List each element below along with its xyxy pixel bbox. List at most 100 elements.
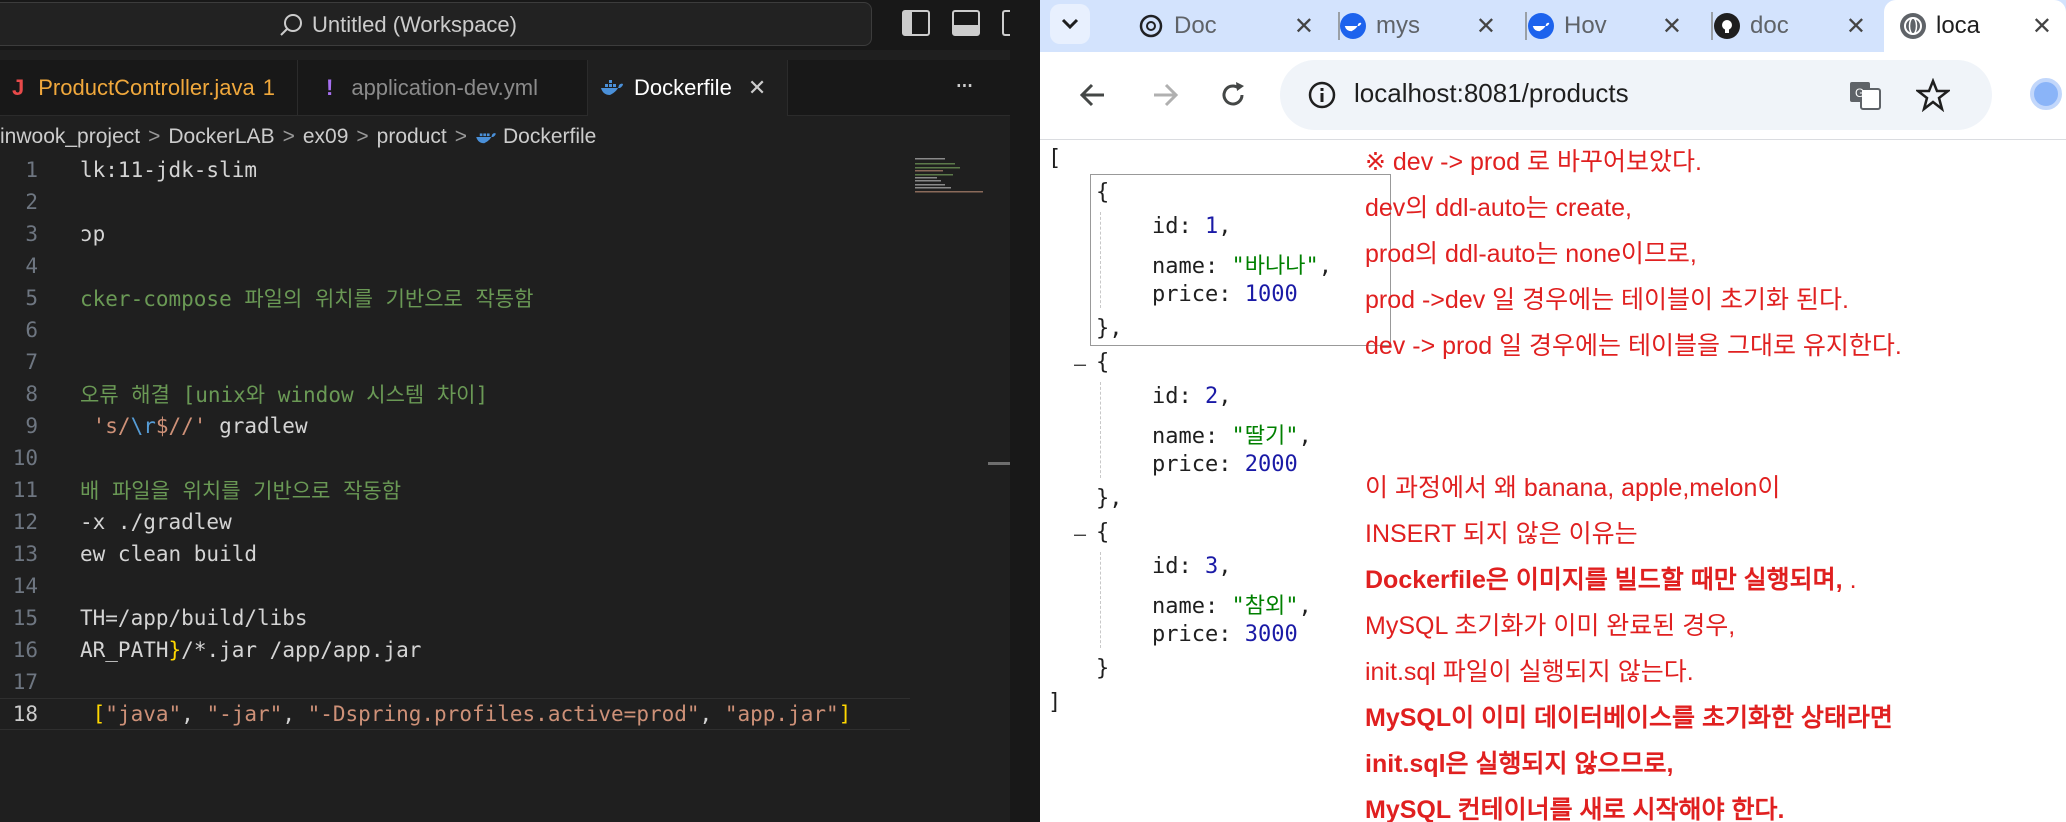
docker-icon [601, 80, 623, 95]
reload-button[interactable] [1210, 72, 1256, 118]
forward-button[interactable] [1142, 72, 1188, 118]
svg-text:G: G [1855, 86, 1864, 100]
json-key: name [1152, 254, 1205, 279]
more-actions-button[interactable]: ··· [955, 72, 974, 100]
site-info-icon[interactable] [1306, 79, 1338, 111]
annotation-text: ※ dev -> prod 로 바꾸어보았다. [1365, 148, 1702, 176]
toggle-primary-sidebar-icon[interactable] [902, 10, 930, 36]
tab-application-dev[interactable]: ! application-dev.yml [298, 60, 588, 116]
line-number: 12 [12, 510, 38, 534]
code-brace: } [168, 638, 182, 662]
indent-guide [1100, 212, 1101, 308]
json-value: 1 [1205, 214, 1219, 239]
code-line: 6 [0, 314, 910, 346]
close-icon[interactable]: ✕ [2032, 12, 2052, 41]
json-brace: { [1096, 180, 1110, 205]
fold-toggle[interactable]: – [1074, 352, 1086, 376]
json-brace: { [1096, 350, 1110, 375]
tab-title: loca [1936, 12, 1981, 39]
json-open-bracket: [ [1048, 146, 1062, 171]
problems-badge: 1 [262, 75, 275, 100]
close-icon[interactable]: ✕ [748, 75, 766, 101]
browser-tab[interactable]: Doc ✕ [1138, 0, 1328, 52]
breadcrumb-item[interactable]: ex09 [303, 125, 349, 149]
browser-tab-active[interactable]: loca ✕ [1884, 0, 2066, 52]
back-arrow-icon [1079, 83, 1104, 107]
code-text: AR_PATH}/*.jar /app/app.jar [80, 638, 421, 662]
tab-title: doc [1750, 12, 1789, 39]
code-comment: 오류 해결 [unix와 window 시스템 차이] [80, 383, 489, 407]
json-brace: { [1096, 520, 1110, 545]
code-text: -x ./gradlew [80, 510, 232, 534]
line-number: 9 [25, 414, 38, 438]
json-field: name: "딸기", [1152, 424, 1312, 449]
fold-toggle[interactable]: – [1074, 522, 1086, 546]
line-number: 7 [25, 350, 38, 374]
line-number: 6 [25, 318, 38, 342]
browser-tab[interactable]: Hov ✕ [1508, 0, 1696, 52]
breadcrumb-item[interactable]: Dockerfile [503, 125, 596, 149]
line-number: 16 [12, 638, 38, 662]
title-bar: Untitled (Workspace) [0, 0, 1040, 50]
annotation-text-bold: MySQL이 이미 데이터베이스를 초기화한 상태라면 [1365, 704, 1893, 732]
annotation-text: MySQL 초기화가 이미 완료된 경우, [1365, 612, 1736, 640]
tab-productcontroller[interactable]: J ProductController.java 1 [0, 60, 298, 116]
indent-guide [1100, 552, 1101, 648]
code-bracket: ] [838, 702, 852, 726]
json-key: id [1152, 214, 1179, 239]
minimap[interactable] [915, 158, 985, 194]
json-value: 1000 [1244, 282, 1298, 307]
tab-dockerfile[interactable]: Dockerfile ✕ [588, 60, 788, 116]
json-close-bracket: ] [1048, 690, 1062, 715]
back-button[interactable] [1070, 72, 1116, 118]
code-text: ew clean build [80, 542, 258, 566]
json-value: 2000 [1244, 452, 1298, 477]
browser-tab[interactable]: mys ✕ [1322, 0, 1510, 52]
json-key: price [1152, 452, 1219, 477]
code-line: 17 [0, 666, 910, 698]
reload-icon [1222, 82, 1244, 106]
annotation-text: dev의 ddl-auto는 create, [1365, 194, 1632, 222]
toggle-panel-icon[interactable] [952, 10, 980, 36]
line-number: 8 [25, 382, 38, 406]
window-divider [1010, 0, 1040, 822]
close-icon[interactable]: ✕ [1294, 12, 1314, 41]
close-icon[interactable]: ✕ [1662, 12, 1682, 41]
code-line: 1 lk:11-jdk-slim [0, 154, 910, 186]
json-value: 3 [1205, 554, 1219, 579]
code-comment: cker-compose 파일의 위치를 기반으로 작동함 [80, 287, 534, 311]
address-bar[interactable]: localhost:8081/products G [1280, 60, 1992, 130]
browser-tab[interactable]: doc ✕ [1694, 0, 1880, 52]
annotation-tail: . [1842, 566, 1857, 594]
annotation-text-bold: init.sql은 실행되지 않으므로, [1365, 750, 1674, 778]
code-token: , [181, 702, 207, 726]
bookmark-star-icon[interactable] [1916, 78, 1950, 112]
close-icon[interactable]: ✕ [1476, 12, 1496, 41]
editor-scrollbar[interactable] [988, 462, 1010, 465]
code-token: AR_PATH [80, 638, 169, 662]
code-line: 5 cker-compose 파일의 위치를 기반으로 작동함 [0, 282, 910, 314]
code-editor[interactable]: 1 lk:11-jdk-slim 2 3 ɔp 4 5 cker-compose 파일… [0, 154, 1010, 822]
annotation-text: prod의 ddl-auto는 none이므로, [1365, 240, 1697, 268]
line-number: 13 [12, 542, 38, 566]
breadcrumb-item[interactable]: product [377, 125, 447, 149]
tab-search-button[interactable] [1050, 4, 1090, 44]
breadcrumb-item[interactable]: DockerLAB [168, 125, 274, 149]
line-number: 18 [12, 702, 38, 726]
close-icon[interactable]: ✕ [1846, 12, 1866, 41]
code-line: 4 [0, 250, 910, 282]
code-string: "-Dspring.profiles.active=prod" [307, 702, 700, 726]
json-field: name: "바나나", [1152, 254, 1332, 279]
json-close-brace: }, [1096, 316, 1123, 341]
code-line: 12 -x ./gradlew [0, 506, 910, 538]
profile-avatar[interactable] [2030, 78, 2062, 110]
code-bracket: [ [80, 702, 106, 726]
command-center-search[interactable]: Untitled (Workspace) [0, 2, 872, 46]
code-line: 8 오류 해결 [unix와 window 시스템 차이] [0, 378, 910, 410]
json-close-brace: } [1096, 656, 1110, 681]
code-line: 15 TH=/app/build/libs [0, 602, 910, 634]
translate-icon[interactable]: G [1848, 78, 1882, 112]
tab-title: mys [1376, 12, 1420, 39]
breadcrumb-item[interactable]: inwook_project [0, 125, 140, 149]
docker-icon [1340, 13, 1366, 39]
